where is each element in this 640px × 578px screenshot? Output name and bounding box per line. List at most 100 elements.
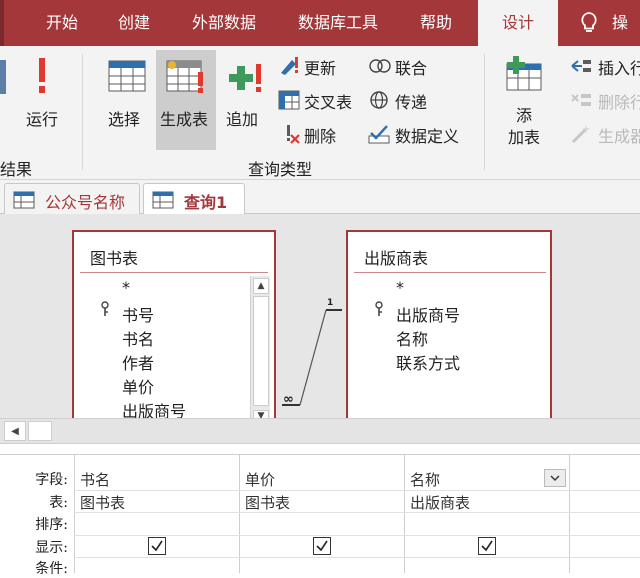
field-item[interactable]: 书号	[122, 302, 154, 326]
grid-column-separator	[569, 455, 570, 573]
delete-row-icon	[571, 94, 591, 106]
menu-home[interactable]: 开始	[46, 0, 78, 46]
data-definition-icon	[368, 125, 390, 144]
show-checkbox[interactable]	[148, 537, 166, 555]
field-list-scrollbar[interactable]: ▲ ▼	[250, 276, 270, 422]
grid-column-separator	[404, 455, 405, 573]
scroll-up-arrow-icon[interactable]: ▲	[253, 278, 269, 294]
select-query-button[interactable]: 选择	[102, 50, 152, 148]
menu-design[interactable]: 设计	[478, 0, 558, 46]
builder-button: 生成器	[568, 122, 640, 146]
crosstab-label: 交叉表	[304, 93, 353, 112]
passthrough-button[interactable]: 传递	[368, 88, 448, 112]
passthrough-icon	[370, 91, 388, 109]
checkmark-icon	[481, 540, 493, 552]
field-list-books-table[interactable]: 图书表 * 书号 书名 作者 单价 出版商号 ▲ ▼	[72, 230, 276, 430]
field-item[interactable]: 联系方式	[396, 350, 460, 374]
crosstab-button[interactable]: 交叉表	[278, 88, 362, 112]
run-icon	[39, 58, 45, 93]
row-label-table: 表:	[49, 495, 68, 511]
group-separator	[484, 54, 485, 170]
union-button[interactable]: 联合	[368, 54, 448, 78]
delete-label: 删除	[304, 127, 337, 146]
insert-row-label: 插入行	[598, 59, 640, 78]
select-query-label: 选择	[108, 110, 141, 129]
delete-icon	[287, 125, 300, 144]
update-label: 更新	[304, 59, 337, 78]
menu-bar: 开始 创建 外部数据 数据库工具 帮助 设计 操	[0, 0, 640, 46]
field-item[interactable]: *	[396, 278, 404, 297]
append-label: 追加	[226, 110, 259, 129]
insert-row-button[interactable]: 插入行	[568, 54, 640, 78]
union-label: 联合	[395, 59, 428, 78]
field-item[interactable]: 名称	[396, 326, 428, 350]
grid-column-separator	[239, 455, 240, 573]
grid-table-cell[interactable]: 图书表	[80, 492, 125, 513]
pane-splitter[interactable]	[0, 444, 640, 454]
delete-button[interactable]: 删除	[278, 122, 358, 146]
hscroll-thumb[interactable]	[28, 421, 52, 441]
relationship-many-label: ∞	[283, 392, 294, 407]
ribbon: 运行 结果 选择 生成表 追加 更新 交叉表 删除 联合 传递 数据定义 查询类…	[0, 46, 640, 180]
menu-external-data[interactable]: 外部数据	[192, 0, 256, 46]
insert-row-icon	[571, 60, 591, 72]
run-button[interactable]: 运行	[20, 50, 66, 148]
add-table-icon	[506, 56, 542, 91]
grid-column-separator	[74, 455, 75, 573]
field-list-title: 出版商表	[364, 249, 429, 268]
query-type-group-label: 查询类型	[248, 160, 313, 179]
grid-row-separator	[74, 490, 640, 491]
run-label: 运行	[26, 110, 59, 129]
grid-field-cell[interactable]: 书名	[80, 469, 110, 490]
show-checkbox[interactable]	[313, 537, 331, 555]
results-group-label: 结果	[0, 160, 33, 179]
make-table-button[interactable]: 生成表	[156, 50, 216, 150]
chevron-down-icon	[550, 475, 560, 481]
append-button[interactable]: 追加	[222, 50, 268, 148]
field-item[interactable]: 单价	[122, 374, 154, 398]
view-icon-partial	[0, 60, 6, 94]
field-list-divider	[354, 272, 546, 273]
scroll-left-arrow-icon[interactable]: ◀	[4, 421, 26, 441]
field-item[interactable]: 书名	[122, 326, 154, 350]
row-label-field: 字段:	[35, 472, 68, 488]
query-design-grid[interactable]: 字段: 表: 排序: 显示: 条件: 书名 图书表 单价 图书表 名称 出版商表	[0, 454, 640, 577]
tab-query1[interactable]: 查询1	[143, 183, 245, 215]
field-item[interactable]: *	[122, 278, 130, 297]
lightbulb-icon[interactable]	[580, 11, 598, 35]
make-table-label: 生成表	[160, 110, 209, 129]
relationship-one-label: 1	[327, 298, 334, 308]
design-surface-hscrollbar[interactable]: ◀	[0, 418, 640, 444]
update-button[interactable]: 更新	[278, 54, 358, 78]
table-tab-icon	[13, 191, 35, 209]
menu-create[interactable]: 创建	[118, 0, 150, 46]
ribbon-edge	[0, 0, 4, 46]
grid-row-separator	[74, 535, 640, 536]
primary-key-icon	[375, 301, 383, 316]
grid-table-cell[interactable]: 出版商表	[410, 492, 470, 513]
field-dropdown-button[interactable]	[544, 469, 566, 487]
grid-field-cell[interactable]: 名称	[410, 469, 440, 490]
query-design-surface[interactable]: 图书表 * 书号 书名 作者 单价 出版商号 ▲ ▼ 1 ∞ 出版商表 * 出版…	[0, 214, 640, 430]
grid-table-cell[interactable]: 图书表	[245, 492, 290, 513]
grid-field-cell[interactable]: 单价	[245, 469, 275, 490]
menu-help[interactable]: 帮助	[420, 0, 452, 46]
show-checkbox[interactable]	[478, 537, 496, 555]
select-query-icon	[108, 60, 146, 92]
field-list-divider	[80, 272, 268, 273]
tab-label: 查询1	[184, 193, 228, 212]
data-definition-button[interactable]: 数据定义	[368, 122, 468, 146]
menu-database-tools[interactable]: 数据库工具	[298, 0, 378, 46]
data-definition-label: 数据定义	[395, 127, 460, 146]
add-table-button[interactable]: 添 加表	[494, 50, 554, 150]
crosstab-icon	[278, 90, 300, 110]
menu-tell-me[interactable]: 操	[612, 0, 628, 46]
tab-table-publisher-name[interactable]: 公众号名称	[4, 183, 140, 214]
document-tab-strip: 公众号名称 查询1	[0, 180, 640, 215]
scroll-thumb[interactable]	[253, 296, 269, 406]
field-item[interactable]: 作者	[122, 350, 154, 374]
grid-row-separator	[74, 512, 640, 513]
field-item[interactable]: 出版商号	[396, 302, 460, 326]
row-label-criteria: 条件:	[35, 561, 68, 577]
field-list-publisher-table[interactable]: 出版商表 * 出版商号 名称 联系方式	[346, 230, 552, 430]
